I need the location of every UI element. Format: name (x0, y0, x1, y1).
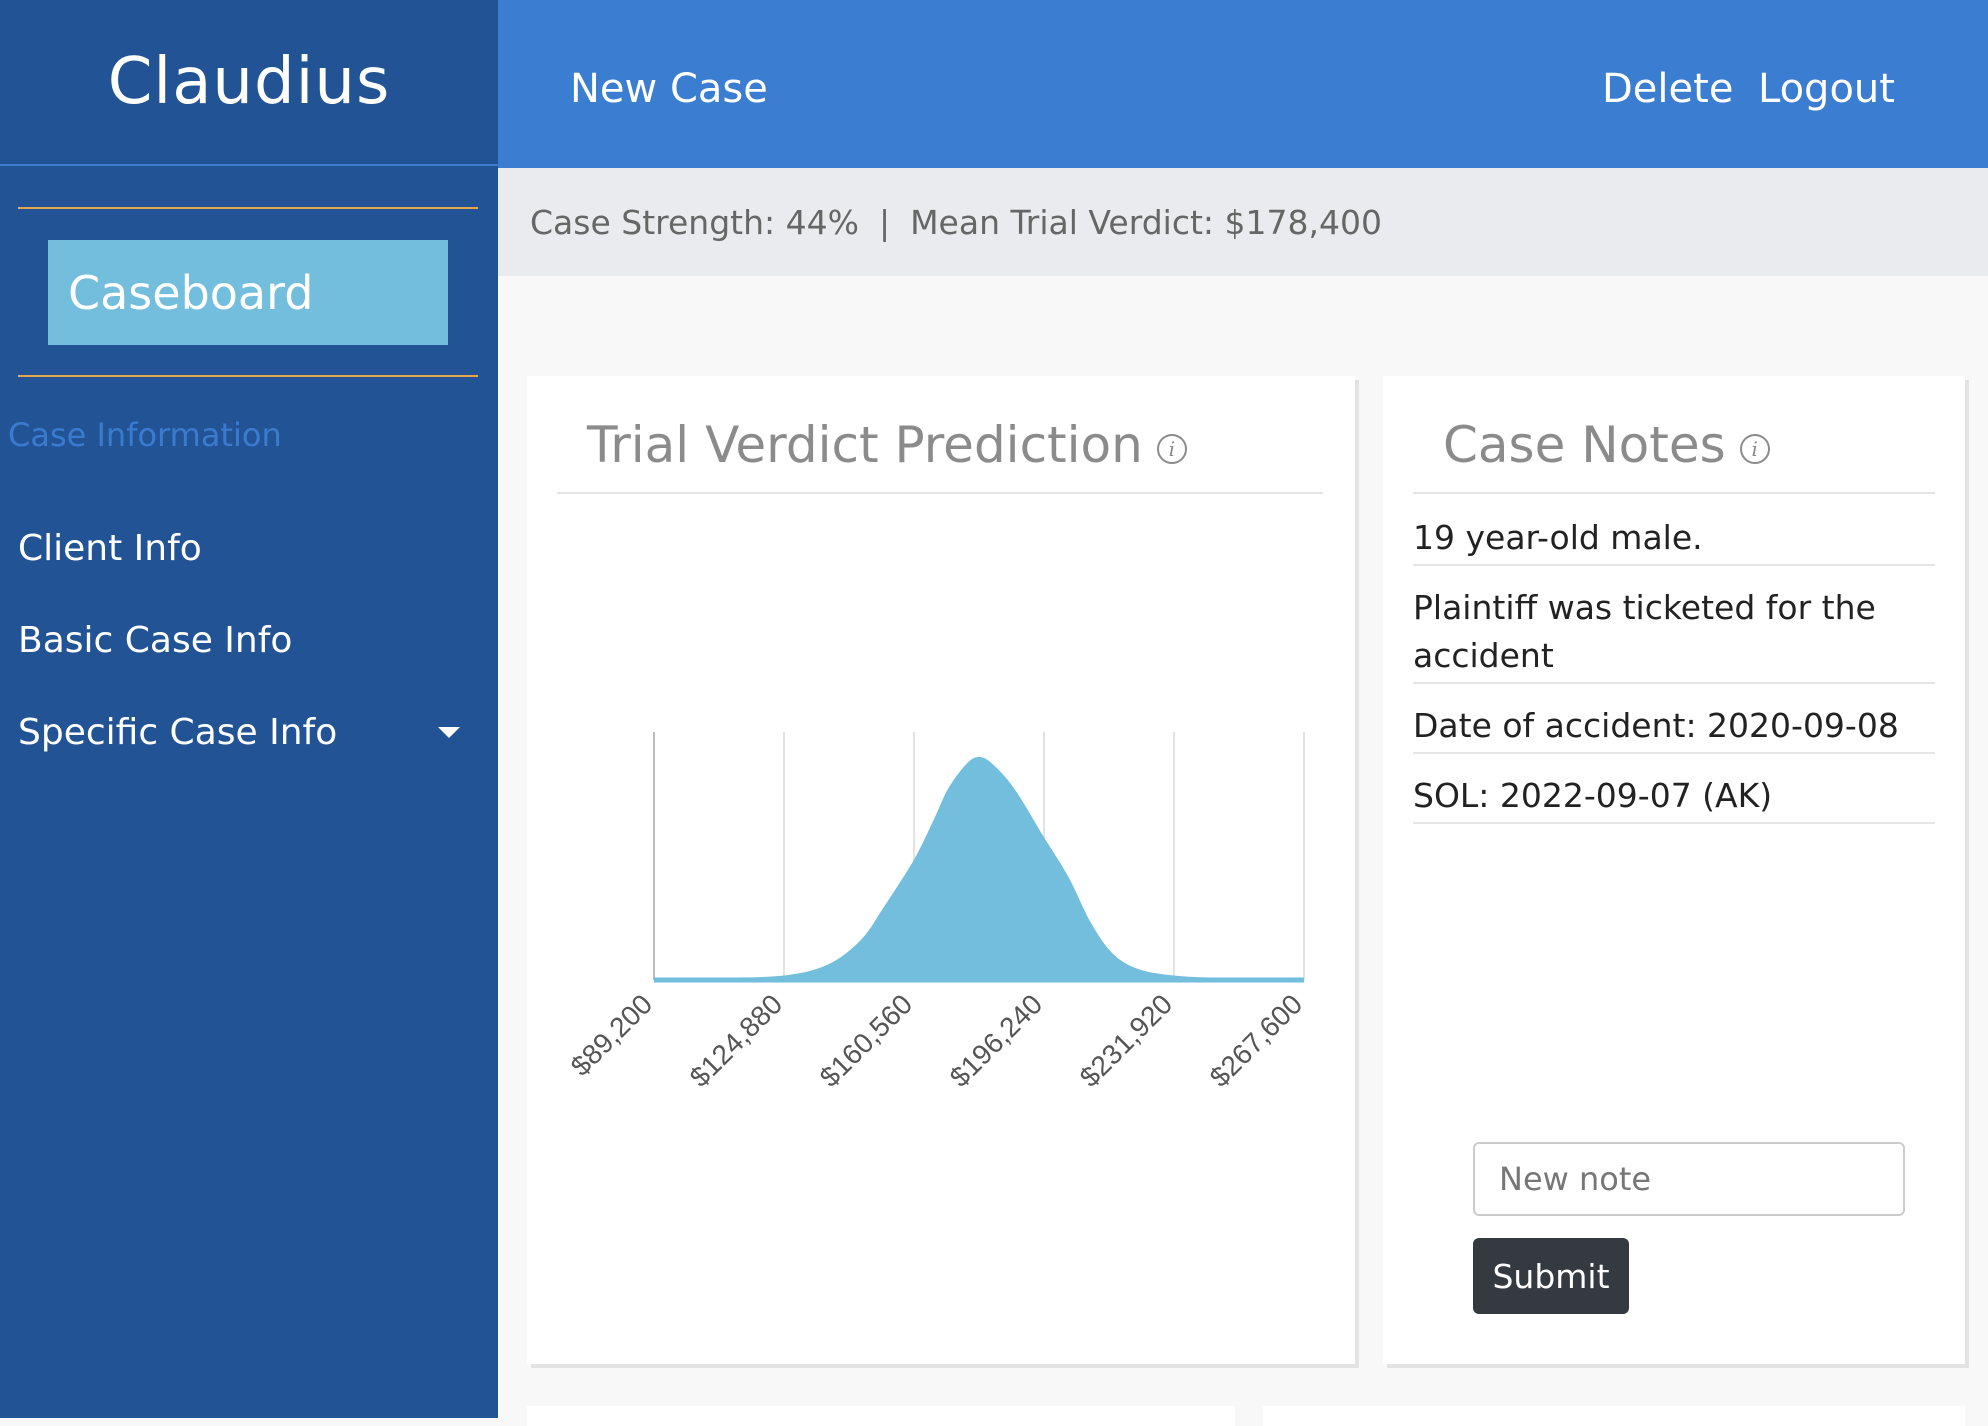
sidebar-item-client-info[interactable]: Client Info (18, 528, 202, 569)
section-title-case-information: Case Information (8, 416, 282, 454)
top-navbar: New Case Delete Logout (498, 0, 1988, 168)
sidebar-item-basic-case-info[interactable]: Basic Case Info (18, 620, 292, 661)
title-divider (1413, 492, 1935, 494)
card-title-text: Case Notes (1443, 416, 1726, 474)
chevron-down-icon[interactable] (438, 727, 460, 738)
x-tick-label: $196,240 (944, 988, 1049, 1093)
note-item: Date of accident: 2020-09-08 (1413, 702, 1935, 754)
info-icon[interactable]: i (1739, 434, 1770, 464)
new-note-input[interactable] (1473, 1142, 1905, 1216)
mean-trial-verdict: Mean Trial Verdict: $178,400 (910, 202, 1382, 242)
new-case-link[interactable]: New Case (570, 66, 768, 112)
note-item: SOL: 2022-09-07 (AK) (1413, 772, 1935, 824)
case-strength: Case Strength: 44% (530, 202, 859, 242)
trial-verdict-card: Trial Verdict Prediction i $89,200 $124,8… (527, 376, 1355, 1364)
note-item: Plaintiff was ticketed for the accident (1413, 584, 1935, 684)
note-item: 19 year-old male. (1413, 514, 1935, 566)
x-tick-label: $89,200 (565, 988, 658, 1081)
sidebar-item-label: Specific Case Info (18, 712, 338, 753)
status-bar: Case Strength: 44% | Mean Trial Verdict:… (498, 168, 1988, 276)
delete-link[interactable]: Delete (1602, 66, 1733, 112)
sidebar-divider (18, 375, 478, 377)
bottom-card-left (527, 1406, 1235, 1426)
card-title: Case Notes i (1443, 416, 1770, 474)
brand-logo[interactable]: Claudius (0, 0, 498, 166)
status-separator: | (878, 202, 891, 242)
sidebar-item-specific-case-info[interactable]: Specific Case Info (18, 712, 460, 753)
logout-link[interactable]: Logout (1758, 66, 1895, 112)
case-notes-card: Case Notes i 19 year-old male. Plaintiff… (1383, 376, 1965, 1364)
bottom-card-right (1263, 1406, 1965, 1426)
submit-button[interactable]: Submit (1473, 1238, 1629, 1314)
x-tick-label: $124,880 (684, 988, 789, 1093)
x-tick-label: $231,920 (1074, 988, 1179, 1093)
verdict-distribution-chart: $89,200 $124,880 $160,560 $196,240 $231,920 $… (565, 732, 1309, 1093)
caseboard-button[interactable]: Caseboard (48, 240, 448, 345)
x-tick-label: $160,560 (814, 988, 919, 1093)
x-tick-label: $267,600 (1204, 988, 1309, 1093)
sidebar-divider (18, 207, 478, 209)
distribution-area (654, 757, 1304, 980)
sidebar: Claudius Caseboard Case Information Clie… (0, 0, 498, 1418)
